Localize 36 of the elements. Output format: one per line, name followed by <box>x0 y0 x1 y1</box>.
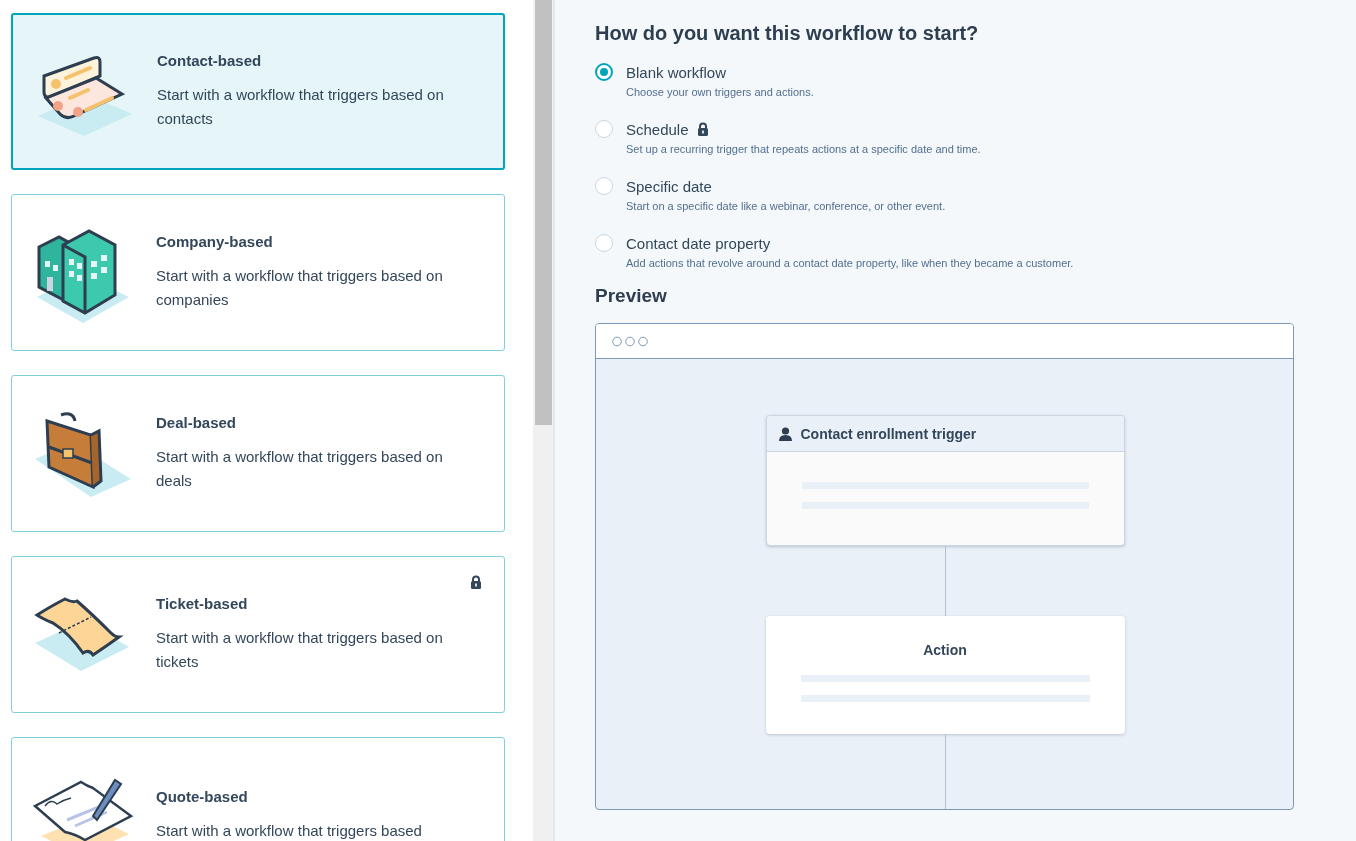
object-type-card[interactable]: Ticket-based Start with a workflow that triggers based on tickets <box>11 556 505 713</box>
card-description: Start with a workflow that triggers based on contacts <box>157 85 445 129</box>
preview-heading: Preview <box>595 285 668 307</box>
option-description: Start on a specific date like a webinar, conference, or other event. <box>626 200 947 212</box>
card-description: Start with a workflow that triggers based <box>156 821 423 841</box>
card-description: Start with a workflow that triggers based on tickets <box>156 628 444 672</box>
option-label[interactable]: Blank workflow <box>626 63 727 81</box>
trigger-title: Contact enrollment trigger <box>800 425 977 442</box>
scrollbar-thumb[interactable] <box>535 0 552 425</box>
option-description: Set up a recurring trigger that repeats actions at a specific date and time. <box>626 143 982 155</box>
connector-line <box>944 546 946 616</box>
option-description: Choose your own triggers and actions. <box>626 86 815 98</box>
card-description: Start with a workflow that triggers based on companies <box>156 266 444 310</box>
card-title: Ticket-based <box>156 595 249 612</box>
window-dots-icon <box>612 335 648 347</box>
card-description: Start with a workflow that triggers based on deals <box>156 447 444 491</box>
object-type-card[interactable]: Contact-based Start with a workflow that triggers based on contacts <box>11 13 505 170</box>
card-title: Contact-based <box>157 52 263 69</box>
option-label[interactable]: Schedule <box>626 120 689 138</box>
card-title: Quote-based <box>156 788 249 805</box>
radio-button[interactable] <box>595 120 613 138</box>
option-label[interactable]: Contact date property <box>626 234 771 252</box>
section-heading: How do you want this workflow to start? <box>595 22 980 45</box>
object-type-card[interactable]: Company-based Start with a workflow that triggers based on companies <box>11 194 505 351</box>
radio-button[interactable] <box>595 234 613 252</box>
object-type-card[interactable]: Deal-based Start with a workflow that triggers based on deals <box>11 375 505 532</box>
radio-button[interactable] <box>595 177 613 195</box>
radio-button[interactable] <box>595 63 613 81</box>
object-type-card[interactable]: Quote-based Start with a workflow that triggers based <box>11 737 505 841</box>
scrollbar-track[interactable] <box>533 0 555 841</box>
option-label[interactable]: Specific date <box>626 177 712 195</box>
action-title: Action <box>923 642 967 658</box>
option-description: Add actions that revolve around a contact date property, like when they became a customer. <box>626 257 1075 269</box>
card-title: Deal-based <box>156 414 238 431</box>
person-icon <box>778 426 792 441</box>
card-title: Company-based <box>156 233 274 250</box>
